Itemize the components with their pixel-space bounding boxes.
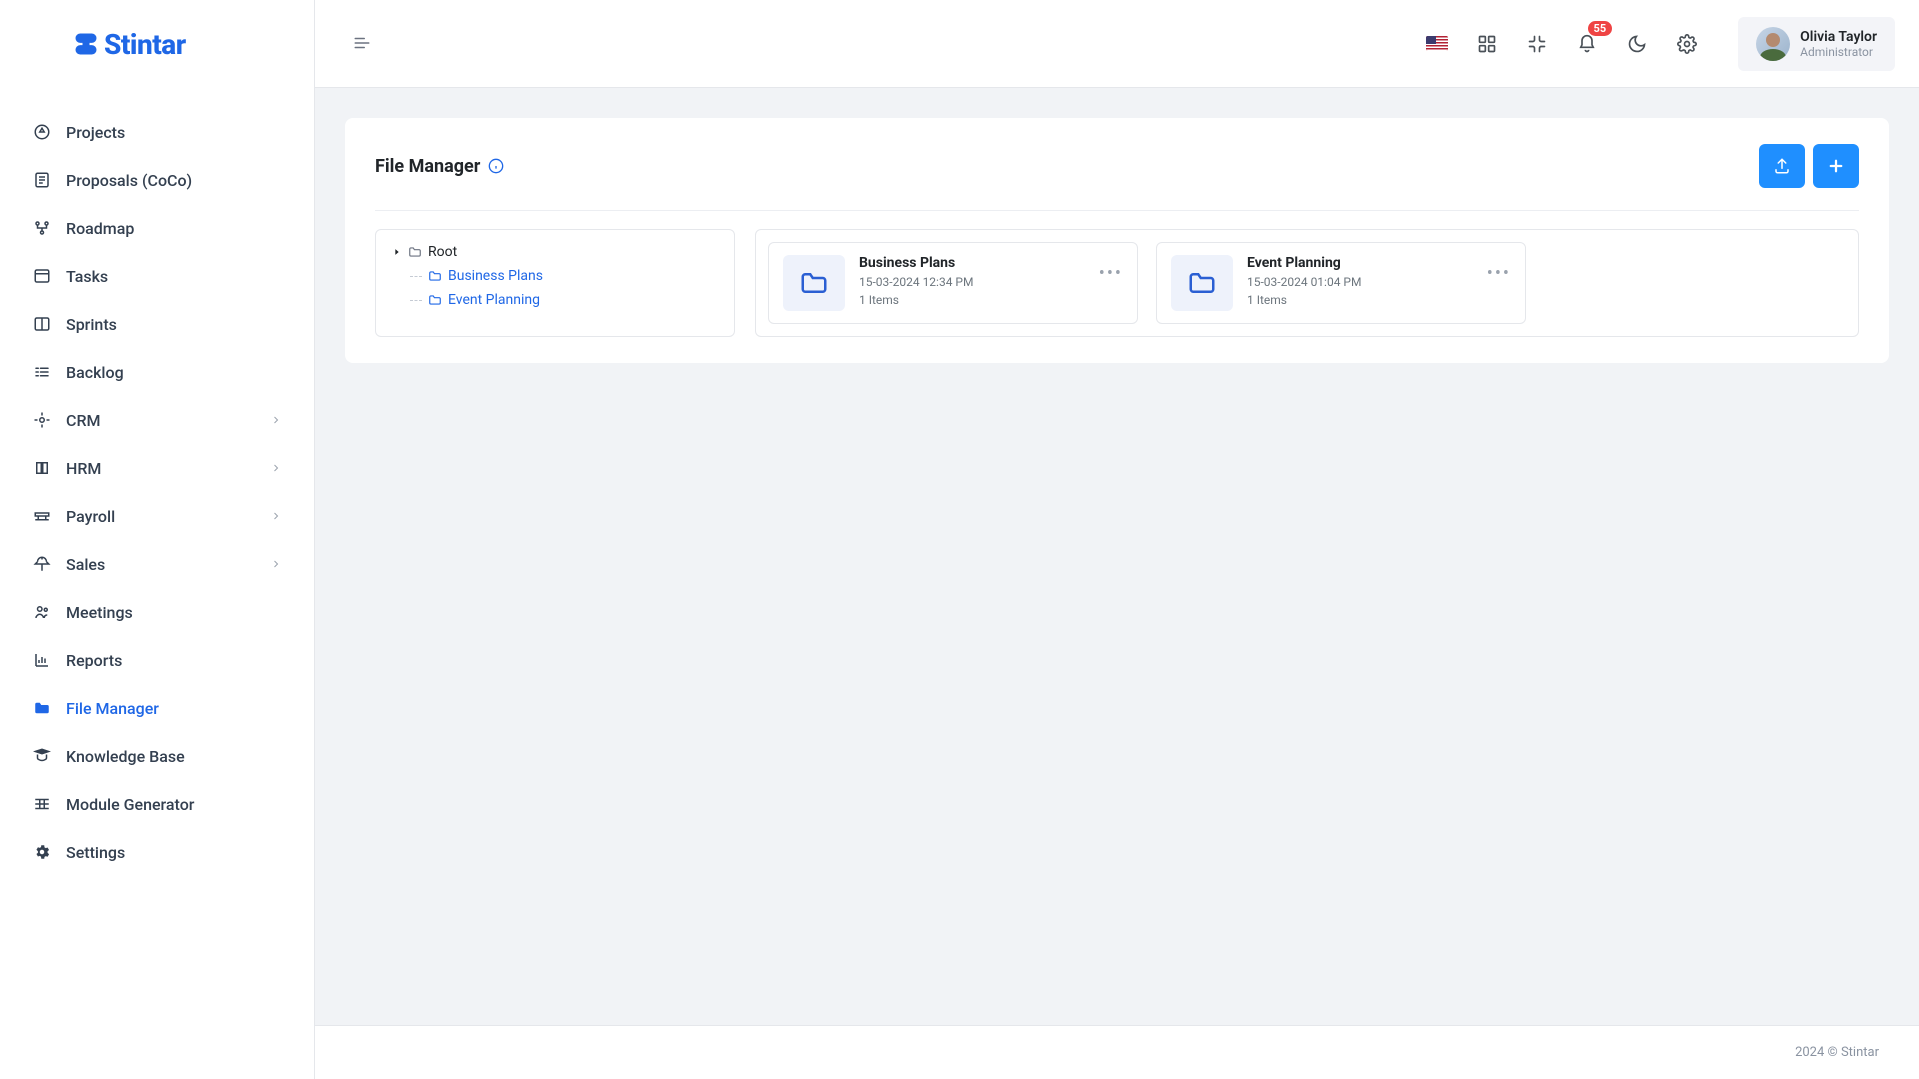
sidebar-item-sprints[interactable]: Sprints [0, 300, 314, 348]
footer: 2024 © Stintar [315, 1025, 1919, 1079]
sidebar-item-label: Knowledge Base [66, 747, 185, 766]
folder-name: Event Planning [1247, 255, 1361, 271]
projects-icon [32, 122, 52, 142]
main-content: File Manager Root Business Pla [315, 88, 1919, 1079]
sidebar-item-label: Payroll [66, 507, 115, 526]
sidebar-item-hrm[interactable]: HRM [0, 444, 314, 492]
sidebar-item-projects[interactable]: Projects [0, 108, 314, 156]
sidebar-item-roadmap[interactable]: Roadmap [0, 204, 314, 252]
sidebar-item-backlog[interactable]: Backlog [0, 348, 314, 396]
chevron-right-icon [270, 555, 282, 574]
sidebar-item-label: CRM [66, 411, 101, 430]
notification-bell-icon[interactable]: 55 [1576, 33, 1598, 55]
reports-icon [32, 650, 52, 670]
sidebar-item-label: Backlog [66, 363, 124, 382]
kb-icon [32, 746, 52, 766]
sprints-icon [32, 314, 52, 334]
sidebar-item-label: Reports [66, 651, 122, 670]
folder-icon [1171, 255, 1233, 311]
sidebar-item-label: File Manager [66, 699, 159, 718]
file-manager-card: File Manager Root Business Pla [345, 118, 1889, 363]
page-title: File Manager [375, 156, 480, 177]
tree-node[interactable]: Event Planning [410, 288, 718, 312]
user-role: Administrator [1800, 45, 1877, 59]
sidebar-item-sales[interactable]: Sales [0, 540, 314, 588]
roadmap-icon [32, 218, 52, 238]
language-flag[interactable] [1426, 33, 1448, 55]
sidebar-item-settings[interactable]: Settings [0, 828, 314, 876]
upload-button[interactable] [1759, 144, 1805, 188]
folder-card[interactable]: Event Planning 15-03-2024 01:04 PM 1 Items… [1156, 242, 1526, 324]
sidebar-item-label: Sales [66, 555, 105, 574]
add-button[interactable] [1813, 144, 1859, 188]
info-icon[interactable] [488, 158, 504, 174]
sidebar-item-tasks[interactable]: Tasks [0, 252, 314, 300]
sidebar-item-kb[interactable]: Knowledge Base [0, 732, 314, 780]
sidebar-item-proposals[interactable]: Proposals (CoCo) [0, 156, 314, 204]
tree-root-label: Root [428, 244, 457, 260]
chevron-right-icon [270, 411, 282, 430]
folder-card[interactable]: Business Plans 15-03-2024 12:34 PM 1 Items… [768, 242, 1138, 324]
tree-root[interactable]: Root [392, 244, 718, 260]
crm-icon [32, 410, 52, 430]
folder-items: 1 Items [859, 293, 973, 307]
payroll-icon [32, 506, 52, 526]
sidebar-item-filemanager[interactable]: File Manager [0, 684, 314, 732]
filemanager-icon [32, 698, 52, 718]
folder-date: 15-03-2024 01:04 PM [1247, 275, 1361, 289]
chevron-right-icon [270, 507, 282, 526]
folder-icon [783, 255, 845, 311]
nav-list: Projects Proposals (CoCo) Roadmap Tasks Spri… [0, 88, 314, 1079]
fullscreen-exit-icon[interactable] [1526, 33, 1548, 55]
folder-date: 15-03-2024 12:34 PM [859, 275, 973, 289]
sidebar-item-reports[interactable]: Reports [0, 636, 314, 684]
sidebar-item-payroll[interactable]: Payroll [0, 492, 314, 540]
sidebar-item-label: Tasks [66, 267, 108, 286]
tree-node[interactable]: Business Plans [410, 264, 718, 288]
meetings-icon [32, 602, 52, 622]
hrm-icon [32, 458, 52, 478]
folder-name: Business Plans [859, 255, 973, 271]
header: 55 Olivia Taylor Administrator [315, 0, 1919, 88]
tree-node-label: Business Plans [448, 268, 543, 284]
folder-menu-icon[interactable]: ••• [1487, 265, 1511, 283]
sidebar-item-label: Meetings [66, 603, 133, 622]
folder-grid: Business Plans 15-03-2024 12:34 PM 1 Items… [755, 229, 1859, 337]
folder-menu-icon[interactable]: ••• [1099, 265, 1123, 283]
sidebar-item-label: Roadmap [66, 219, 134, 238]
sidebar-item-module[interactable]: Module Generator [0, 780, 314, 828]
apps-icon[interactable] [1476, 33, 1498, 55]
brand-text: Stintar [104, 28, 186, 61]
tasks-icon [32, 266, 52, 286]
user-name: Olivia Taylor [1800, 29, 1877, 45]
avatar [1756, 27, 1790, 61]
settings-icon[interactable] [1676, 33, 1698, 55]
menu-toggle-icon[interactable] [351, 32, 373, 54]
chevron-right-icon [270, 459, 282, 478]
footer-text: 2024 © Stintar [1795, 1045, 1879, 1060]
sidebar-item-meetings[interactable]: Meetings [0, 588, 314, 636]
folder-tree: Root Business Plans Event Planning [375, 229, 735, 337]
backlog-icon [32, 362, 52, 382]
sidebar-item-label: Settings [66, 843, 125, 862]
dark-mode-icon[interactable] [1626, 33, 1648, 55]
sidebar-item-crm[interactable]: CRM [0, 396, 314, 444]
settings-icon [32, 842, 52, 862]
sidebar-item-label: HRM [66, 459, 101, 478]
module-icon [32, 794, 52, 814]
tree-node-label: Event Planning [448, 292, 540, 308]
proposals-icon [32, 170, 52, 190]
user-menu[interactable]: Olivia Taylor Administrator [1738, 17, 1895, 71]
sidebar-item-label: Sprints [66, 315, 117, 334]
folder-items: 1 Items [1247, 293, 1361, 307]
logo[interactable]: Stintar [0, 0, 314, 88]
sidebar-item-label: Projects [66, 123, 125, 142]
notification-count: 55 [1588, 21, 1613, 36]
sidebar-item-label: Proposals (CoCo) [66, 171, 192, 190]
sidebar-item-label: Module Generator [66, 795, 194, 814]
sidebar: Stintar Projects Proposals (CoCo) Roadmap T… [0, 0, 315, 1079]
sales-icon [32, 554, 52, 574]
